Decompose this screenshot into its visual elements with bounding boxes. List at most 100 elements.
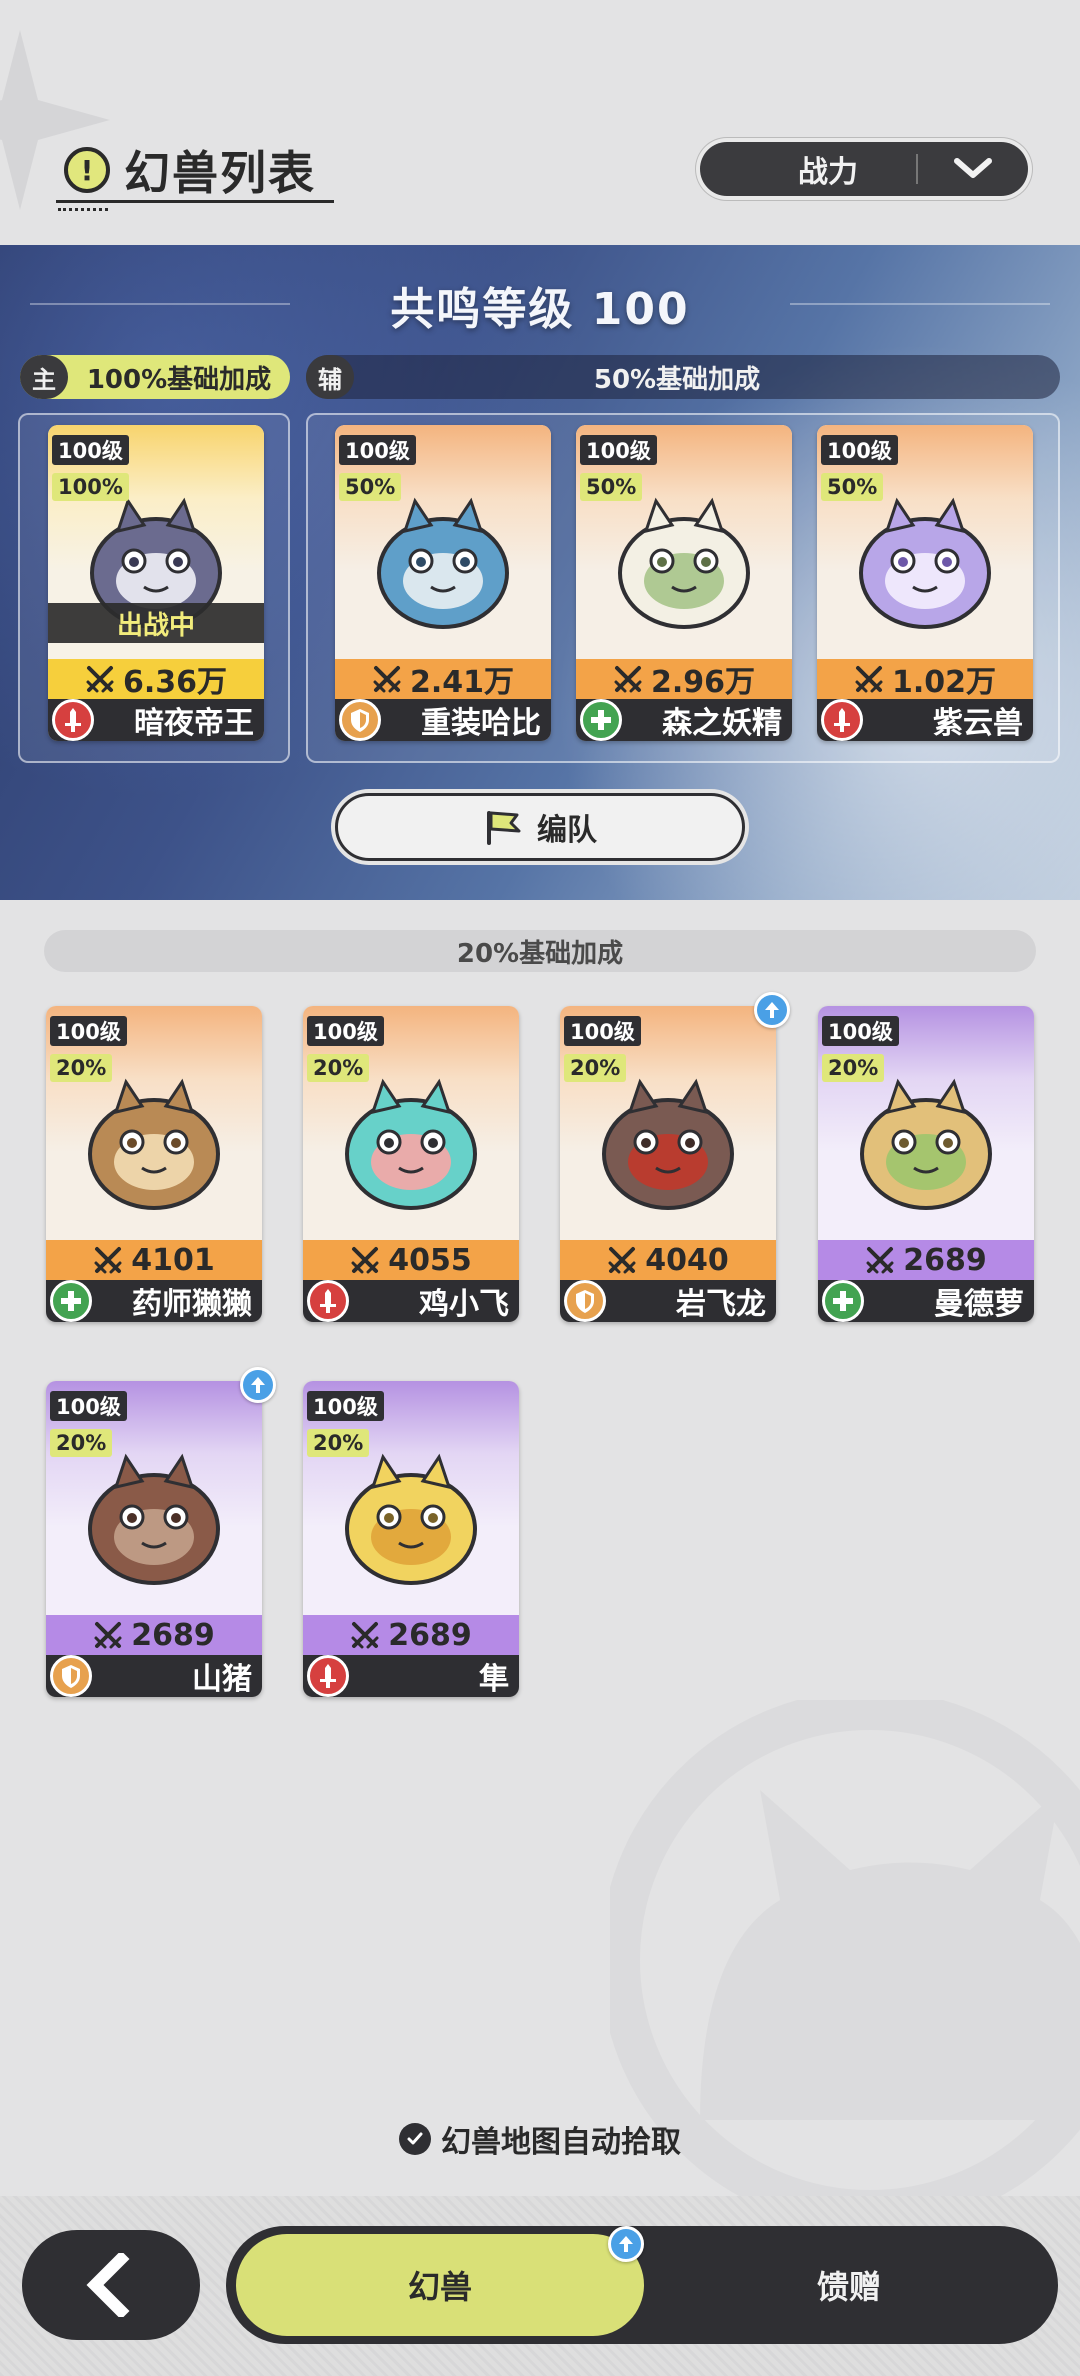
main-bonus-bar: 主 100%基础加成 <box>20 355 290 399</box>
power-row: 2.41万 <box>335 659 551 700</box>
beast-card[interactable]: 100级 50% 1.02万紫云兽 <box>817 425 1033 741</box>
formation-button[interactable]: 编队 <box>335 793 745 861</box>
bonus-badge: 50% <box>339 473 402 501</box>
crossed-swords-icon <box>94 1247 122 1274</box>
crossed-swords-icon <box>608 1247 636 1274</box>
level-badge: 100级 <box>52 435 129 465</box>
name-row: 森之妖精 <box>576 699 792 741</box>
crossed-swords-icon <box>351 1622 379 1649</box>
beast-card[interactable]: 100级 50% 2.41万 重装哈比 <box>335 425 551 741</box>
plus-heal-icon <box>50 1280 92 1322</box>
bonus-badge: 20% <box>564 1054 627 1082</box>
upgrade-arrow-icon <box>754 992 790 1028</box>
beast-name: 药师獭獭 <box>132 1287 252 1322</box>
sword-icon <box>821 699 863 741</box>
level-badge: 100级 <box>580 435 657 465</box>
beast-name: 暗夜帝王 <box>134 706 254 741</box>
tab-gifts[interactable]: 馈赠 <box>694 2234 1004 2336</box>
bonus-badge: 20% <box>50 1429 113 1457</box>
power-value: 2689 <box>131 1617 215 1653</box>
back-button[interactable] <box>22 2230 200 2340</box>
beast-name: 曼德萝 <box>934 1287 1024 1322</box>
bonus-badge: 50% <box>580 473 643 501</box>
checkbox-checked-icon[interactable] <box>399 2123 431 2155</box>
power-row: 2689 <box>303 1615 519 1655</box>
power-row: 4055 <box>303 1240 519 1280</box>
level-badge: 100级 <box>50 1016 127 1046</box>
power-value: 4101 <box>131 1242 215 1278</box>
beast-name: 紫云兽 <box>933 706 1023 741</box>
name-row: 隼 <box>303 1655 519 1697</box>
plus-heal-icon <box>580 699 622 741</box>
beast-card[interactable]: 100级 50% 2.96万森之妖精 <box>576 425 792 741</box>
beast-card[interactable]: 100级 20% 4101 药师獭獭 <box>46 1006 262 1322</box>
beast-card[interactable]: 100级 20% 4055 鸡小飞 <box>303 1006 519 1322</box>
tab-beasts[interactable]: 幻兽 <box>236 2234 644 2336</box>
formation-label: 编队 <box>537 813 597 848</box>
crossed-swords-icon <box>351 1247 379 1274</box>
shield-icon <box>564 1280 606 1322</box>
aux-bonus-bar: 辅 50%基础加成 <box>306 355 1060 399</box>
power-value: 2.41万 <box>409 665 515 700</box>
name-row: 岩飞龙 <box>560 1280 776 1322</box>
deployed-status: 出战中 <box>48 603 264 643</box>
beast-name: 隼 <box>479 1662 509 1697</box>
crossed-swords-icon <box>373 666 401 693</box>
upgrade-arrow-icon <box>240 1367 276 1403</box>
beast-name: 山猪 <box>192 1662 252 1697</box>
name-row: 曼德萝 <box>818 1280 1034 1322</box>
crossed-swords-icon <box>855 666 883 693</box>
bonus-badge: 20% <box>307 1429 370 1457</box>
power-row: 2.96万 <box>576 659 792 700</box>
power-row: 1.02万 <box>817 659 1033 700</box>
crossed-swords-icon <box>86 666 114 693</box>
sort-label: 战力 <box>798 155 858 190</box>
plus-heal-icon <box>822 1280 864 1322</box>
auto-pickup-label: 幻兽地图自动拾取 <box>441 2125 681 2160</box>
power-row: 4101 <box>46 1240 262 1280</box>
sword-icon <box>52 699 94 741</box>
power-value: 2689 <box>903 1242 987 1278</box>
name-row: 山猪 <box>46 1655 262 1697</box>
beast-card[interactable]: 100级 100% 出战中 6.36万 暗夜帝王 <box>48 425 264 741</box>
bonus-badge: 20% <box>50 1054 113 1082</box>
power-row: 2689 <box>818 1240 1034 1280</box>
name-row: 暗夜帝王 <box>48 699 264 741</box>
name-row: 紫云兽 <box>817 699 1033 741</box>
arrow-left-icon <box>86 2253 130 2317</box>
beast-card[interactable]: 100级 20% 2689 曼德萝 <box>818 1006 1034 1322</box>
sword-icon <box>307 1280 349 1322</box>
bonus-badge: 20% <box>307 1054 370 1082</box>
name-row: 重装哈比 <box>335 699 551 741</box>
beast-name: 鸡小飞 <box>419 1287 509 1322</box>
bonus-badge: 50% <box>821 473 884 501</box>
beast-card[interactable]: 100级 20% 2689 隼 <box>303 1381 519 1697</box>
aux-bonus-label: 50%基础加成 <box>593 364 761 395</box>
crossed-swords-icon <box>94 1622 122 1649</box>
level-badge: 100级 <box>821 435 898 465</box>
crossed-swords-icon <box>614 666 642 693</box>
power-row: 6.36万 <box>48 659 264 700</box>
title-underline-dots <box>58 208 108 211</box>
sort-dropdown[interactable]: 战力 <box>700 142 1028 196</box>
level-badge: 100级 <box>307 1391 384 1421</box>
info-icon[interactable]: ! <box>64 147 110 193</box>
sword-icon <box>307 1655 349 1697</box>
beast-card[interactable]: 100级 20% 2689 山猪 <box>46 1381 262 1697</box>
power-value: 6.36万 <box>122 665 228 700</box>
beast-name: 森之妖精 <box>662 706 782 741</box>
page-title: 幻兽列表 <box>124 146 316 200</box>
power-value: 2.96万 <box>650 665 756 700</box>
beast-card[interactable]: 100级 20% 4040 岩飞龙 <box>560 1006 776 1322</box>
power-value: 4055 <box>388 1242 472 1278</box>
auto-pickup-toggle[interactable]: 幻兽地图自动拾取 <box>0 2118 1080 2160</box>
beast-name: 重装哈比 <box>421 706 541 741</box>
bonus-badge: 20% <box>822 1054 885 1082</box>
aux-tag: 辅 <box>306 355 354 399</box>
power-value: 2689 <box>388 1617 472 1653</box>
reserve-bonus-bar: 20%基础加成 <box>44 930 1036 972</box>
main-bonus-label: 100%基础加成 <box>86 364 272 395</box>
power-value: 4040 <box>645 1242 729 1278</box>
shield-icon <box>50 1655 92 1697</box>
level-badge: 100级 <box>50 1391 127 1421</box>
